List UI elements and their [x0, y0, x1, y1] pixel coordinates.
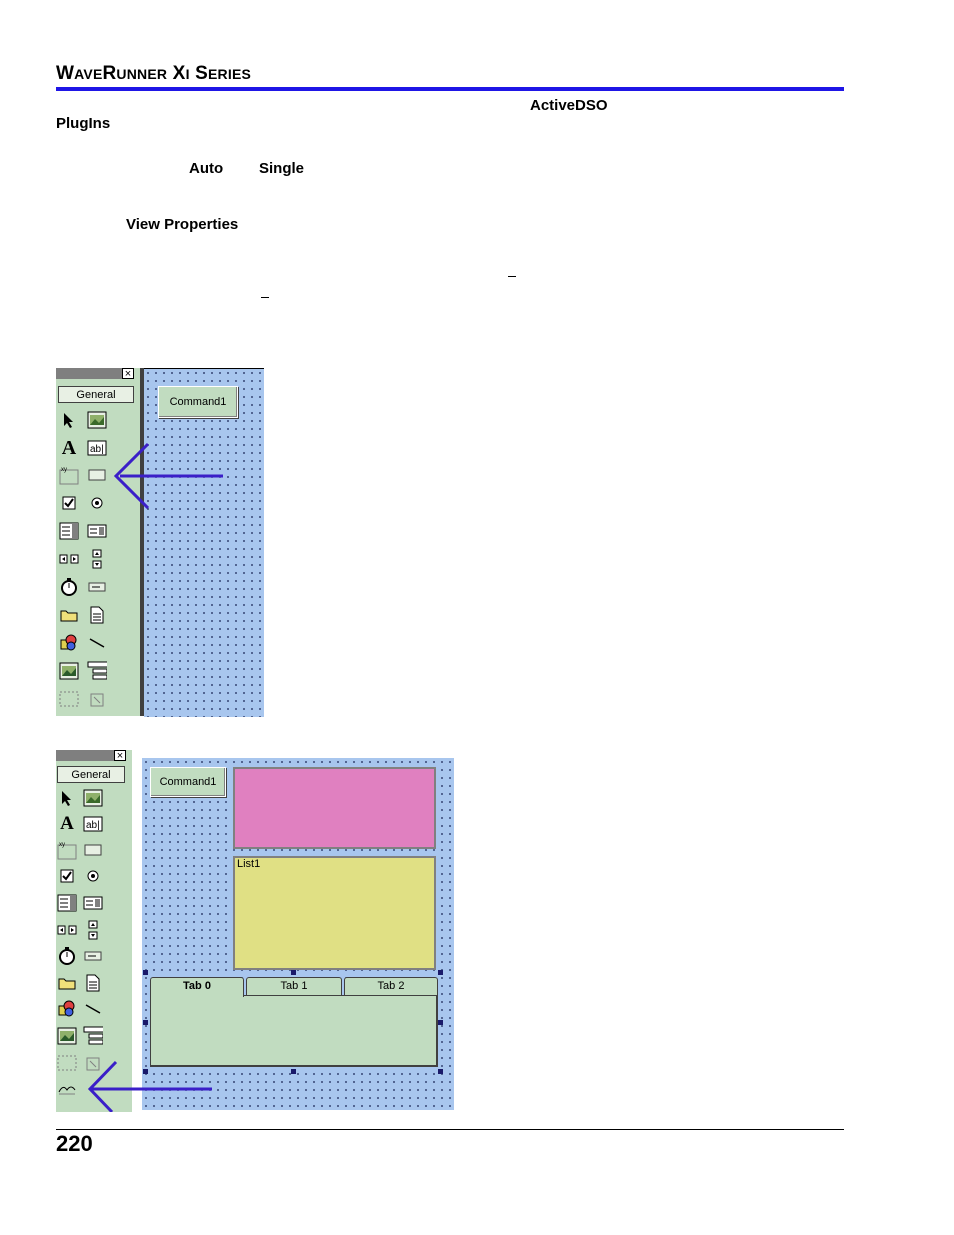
data-icon[interactable] — [83, 1026, 103, 1046]
view-properties-term: View Properties — [126, 216, 239, 233]
activedso-term: ActiveDSO — [530, 97, 608, 114]
close-icon[interactable]: × — [122, 368, 134, 380]
combobox-icon[interactable] — [57, 893, 77, 913]
shape-icon[interactable] — [57, 999, 77, 1019]
ole-icon[interactable] — [57, 1053, 77, 1073]
picture-box[interactable] — [233, 767, 436, 849]
auto-term: Auto — [189, 160, 224, 177]
toolbox-general-tab[interactable]: General — [57, 766, 125, 783]
optionbutton-icon[interactable] — [87, 493, 107, 513]
listbox-icon[interactable] — [83, 893, 103, 913]
pointer-icon[interactable] — [59, 410, 79, 430]
filelistbox-icon[interactable] — [83, 973, 103, 993]
close-icon[interactable]: × — [114, 750, 126, 762]
svg-text:ab|: ab| — [86, 820, 100, 831]
selection-handle[interactable] — [143, 970, 148, 975]
hscrollbar-icon[interactable] — [59, 549, 79, 569]
header-x: X — [167, 63, 186, 84]
picturebox-icon[interactable] — [87, 410, 107, 430]
ole-doc-icon[interactable] — [87, 689, 107, 709]
toolbox-general-tab[interactable]: General — [58, 386, 134, 403]
arrow-pointing-commandbutton — [113, 442, 223, 510]
frame-icon[interactable]: xy — [57, 840, 77, 860]
label-icon[interactable]: A — [57, 813, 77, 834]
tabstrip-control[interactable]: Tab 0 Tab 1 Tab 2 — [150, 977, 438, 1067]
selection-handle[interactable] — [291, 1069, 296, 1074]
figure-toolbox-tabs: × General A ab| xy Command1 List1 Tab 0 … — [56, 750, 456, 1112]
selection-handle[interactable] — [291, 970, 296, 975]
series-header: WAVERUNNER XI SERIES — [56, 63, 251, 85]
combobox-icon[interactable] — [59, 521, 79, 541]
selection-handle[interactable] — [438, 1020, 443, 1025]
shape-icon[interactable] — [59, 633, 79, 653]
hscrollbar-icon[interactable] — [57, 920, 77, 940]
drivelistbox-icon[interactable] — [87, 577, 107, 597]
listbox-icon[interactable] — [87, 521, 107, 541]
toolbox-titlebar — [56, 368, 122, 379]
textbox-icon[interactable]: ab| — [83, 814, 103, 834]
header-unner: UNNER — [116, 66, 168, 82]
toolbox-panel: × General A ab| xy — [56, 750, 132, 1112]
optionbutton-icon[interactable] — [83, 866, 103, 886]
textbox-icon[interactable]: ab| — [87, 438, 107, 458]
svg-text:ab|: ab| — [90, 444, 104, 455]
image-icon[interactable] — [57, 1026, 77, 1046]
command1-button[interactable]: Command1 — [150, 767, 226, 797]
svg-text:xy: xy — [59, 842, 65, 848]
form-design-area[interactable]: Command1 — [144, 368, 264, 717]
underscore-mark — [261, 297, 269, 298]
picturebox-icon[interactable] — [83, 788, 103, 808]
header-ave: AVE — [74, 66, 103, 82]
command1-button[interactable]: Command1 — [158, 386, 238, 418]
tab-0[interactable]: Tab 0 — [150, 977, 244, 997]
figure-toolbox-command: × General A ab| xy Command1 — [56, 368, 264, 717]
line-icon[interactable] — [83, 999, 103, 1019]
tab-page — [150, 995, 438, 1067]
arrow-pointing-tabstrip-tool — [87, 1060, 212, 1112]
selection-handle[interactable] — [143, 1020, 148, 1025]
timer-icon[interactable] — [59, 577, 79, 597]
commandbutton-icon[interactable] — [83, 840, 103, 860]
ole-icon[interactable] — [59, 689, 79, 709]
plugins-term: PlugIns — [56, 115, 111, 132]
tab-1[interactable]: Tab 1 — [246, 977, 342, 995]
selection-handle[interactable] — [438, 1069, 443, 1074]
single-term: Single — [259, 160, 305, 177]
footer-rule — [56, 1129, 844, 1130]
underscore-mark — [508, 276, 516, 277]
tabstrip-control-icon[interactable] — [57, 1079, 77, 1099]
folder-icon[interactable] — [57, 973, 77, 993]
label-icon[interactable]: A — [59, 437, 79, 459]
selection-handle[interactable] — [438, 970, 443, 975]
header-r: R — [102, 63, 117, 84]
header-rule — [56, 87, 844, 91]
data-icon[interactable] — [87, 661, 107, 681]
vscrollbar-icon[interactable] — [87, 549, 107, 569]
checkbox-icon[interactable] — [57, 866, 77, 886]
tab-2[interactable]: Tab 2 — [344, 977, 438, 995]
pointer-icon[interactable] — [57, 788, 77, 808]
header-s: S — [189, 63, 209, 84]
line-icon[interactable] — [87, 633, 107, 653]
toolbox-titlebar — [56, 750, 114, 761]
vscrollbar-icon[interactable] — [83, 920, 103, 940]
folder-icon[interactable] — [59, 605, 79, 625]
timer-icon[interactable] — [57, 946, 77, 966]
header-eries: ERIES — [208, 66, 252, 82]
checkbox-icon[interactable] — [59, 493, 79, 513]
filelistbox-icon[interactable] — [87, 605, 107, 625]
page-number: 220 — [56, 1131, 93, 1156]
list1-listbox[interactable]: List1 — [233, 856, 436, 970]
frame-icon[interactable]: xy — [59, 465, 79, 485]
commandbutton-icon[interactable] — [87, 465, 107, 485]
list1-label: List1 — [237, 858, 261, 870]
header-w: W — [56, 63, 75, 84]
svg-text:xy: xy — [61, 467, 67, 473]
form-design-area[interactable]: Command1 List1 Tab 0 Tab 1 Tab 2 — [142, 758, 454, 1110]
image-icon[interactable] — [59, 661, 79, 681]
drivelistbox-icon[interactable] — [83, 946, 103, 966]
toolbox-panel: × General A ab| xy — [56, 368, 144, 716]
